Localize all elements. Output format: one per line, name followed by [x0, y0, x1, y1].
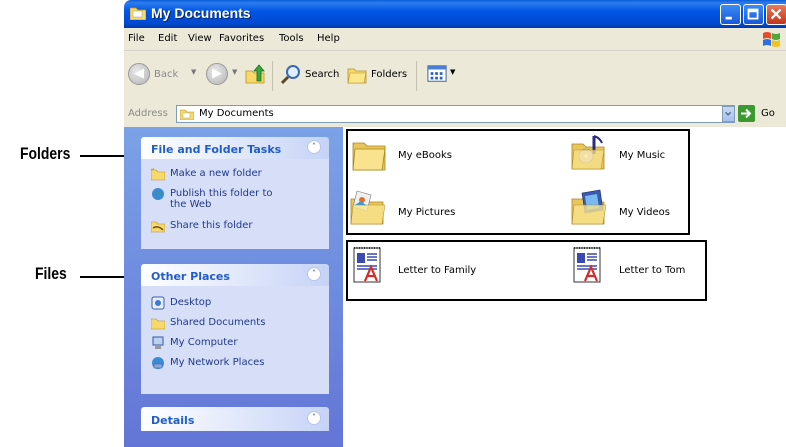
folder-label: My eBooks: [398, 150, 452, 161]
search-icon[interactable]: [280, 63, 302, 85]
task-label: Share this folder: [170, 220, 253, 231]
folder-label: My Music: [619, 150, 666, 161]
title-bar[interactable]: My Documents: [124, 0, 786, 28]
section-title: Other Places: [151, 270, 230, 283]
document-icon: [353, 247, 381, 283]
address-dropdown-button[interactable]: [722, 106, 735, 122]
section-title: Details: [151, 414, 195, 427]
other-places-header[interactable]: Other Places ˄: [141, 264, 329, 286]
menu-tools[interactable]: Tools: [279, 33, 304, 44]
views-dropdown-icon[interactable]: ▼: [450, 68, 455, 76]
folder-icon: [130, 7, 146, 20]
go-label[interactable]: Go: [761, 108, 775, 119]
details-header[interactable]: Details ˅: [141, 407, 329, 431]
windows-logo-icon: [763, 32, 780, 47]
chevron-down-icon: [725, 111, 732, 116]
collapse-chevron-icon[interactable]: ˄: [307, 140, 321, 154]
place-label: My Computer: [170, 337, 238, 348]
menu-help[interactable]: Help: [317, 33, 340, 44]
back-label: Back: [154, 69, 179, 80]
forward-dropdown-icon[interactable]: ▼: [232, 68, 237, 76]
file-label: Letter to Tom: [619, 265, 686, 276]
folder-label: My Pictures: [398, 207, 456, 218]
shared-folder-icon: [151, 318, 165, 330]
file-folder-tasks-header[interactable]: File and Folder Tasks ˄: [141, 137, 329, 159]
up-folder-icon[interactable]: [244, 63, 266, 85]
standard-toolbar: ◀ Back ▼ ▶ ▼ Search Folders ▼: [124, 51, 786, 102]
menu-favorites[interactable]: Favorites: [219, 33, 264, 44]
folders-callout-label: Folders: [20, 144, 71, 163]
file-list-view: My eBooks My Music My Pictures My Videos…: [343, 127, 786, 447]
search-button[interactable]: Search: [305, 69, 339, 80]
task-label: Publish this folder to the Web: [170, 188, 273, 210]
share-folder-icon: [151, 221, 165, 233]
explorer-window: My Documents File Edit View Favorites To…: [124, 0, 786, 447]
music-folder-icon: [571, 135, 605, 170]
window-title: My Documents: [151, 5, 251, 21]
videos-folder-icon: [571, 189, 607, 225]
menu-edit[interactable]: Edit: [158, 33, 177, 44]
address-bar: Address My Documents Go: [124, 101, 786, 128]
section-title: File and Folder Tasks: [151, 143, 282, 156]
back-arrow-icon: ◀: [134, 66, 144, 81]
place-label: Shared Documents: [170, 317, 266, 328]
folder-icon: [352, 142, 386, 171]
address-label: Address: [128, 108, 168, 119]
address-value: My Documents: [199, 108, 274, 119]
go-button[interactable]: [738, 105, 755, 122]
folders-highlight-box: [346, 129, 690, 235]
close-button[interactable]: [766, 4, 786, 25]
maximize-button[interactable]: [743, 4, 764, 25]
task-label: Make a new folder: [170, 168, 262, 179]
minimize-button[interactable]: [720, 4, 741, 25]
folders-icon[interactable]: [346, 63, 368, 85]
computer-icon: [152, 336, 164, 349]
collapse-chevron-icon[interactable]: ˄: [307, 267, 321, 281]
toolbar-separator: [272, 61, 273, 91]
address-field[interactable]: My Documents: [176, 105, 735, 123]
file-label: Letter to Family: [398, 265, 477, 276]
document-icon: [573, 247, 601, 283]
network-icon: [152, 357, 164, 369]
pictures-folder-icon: [350, 190, 386, 225]
desktop-icon: [151, 296, 165, 310]
back-button[interactable]: ◀: [128, 63, 150, 85]
menu-file[interactable]: File: [128, 33, 145, 44]
new-folder-icon: [151, 167, 165, 181]
place-label: Desktop: [170, 297, 212, 308]
file-folder-tasks-body: Make a new folder Publish this folder to…: [141, 159, 329, 249]
go-arrow-icon: [741, 108, 752, 119]
menu-bar: File Edit View Favorites Tools Help: [124, 28, 786, 51]
globe-icon: [152, 188, 164, 200]
menu-view[interactable]: View: [188, 33, 212, 44]
forward-button[interactable]: ▶: [206, 63, 228, 85]
back-dropdown-icon[interactable]: ▼: [191, 68, 196, 76]
task-pane: File and Folder Tasks ˄ Make a new folde…: [124, 127, 343, 447]
files-callout-label: Files: [35, 264, 67, 283]
close-icon: [770, 8, 782, 20]
expand-chevron-icon[interactable]: ˅: [307, 411, 321, 425]
views-icon[interactable]: [426, 64, 448, 84]
maximize-icon: [747, 8, 759, 20]
forward-arrow-icon: ▶: [212, 66, 222, 81]
my-documents-icon: [180, 109, 194, 120]
toolbar-separator: [416, 61, 417, 91]
folder-label: My Videos: [619, 207, 670, 218]
folders-button[interactable]: Folders: [371, 69, 407, 80]
minimize-icon: [725, 16, 732, 20]
other-places-body: Desktop Shared Documents My Computer My …: [141, 286, 329, 394]
place-label: My Network Places: [170, 357, 265, 368]
